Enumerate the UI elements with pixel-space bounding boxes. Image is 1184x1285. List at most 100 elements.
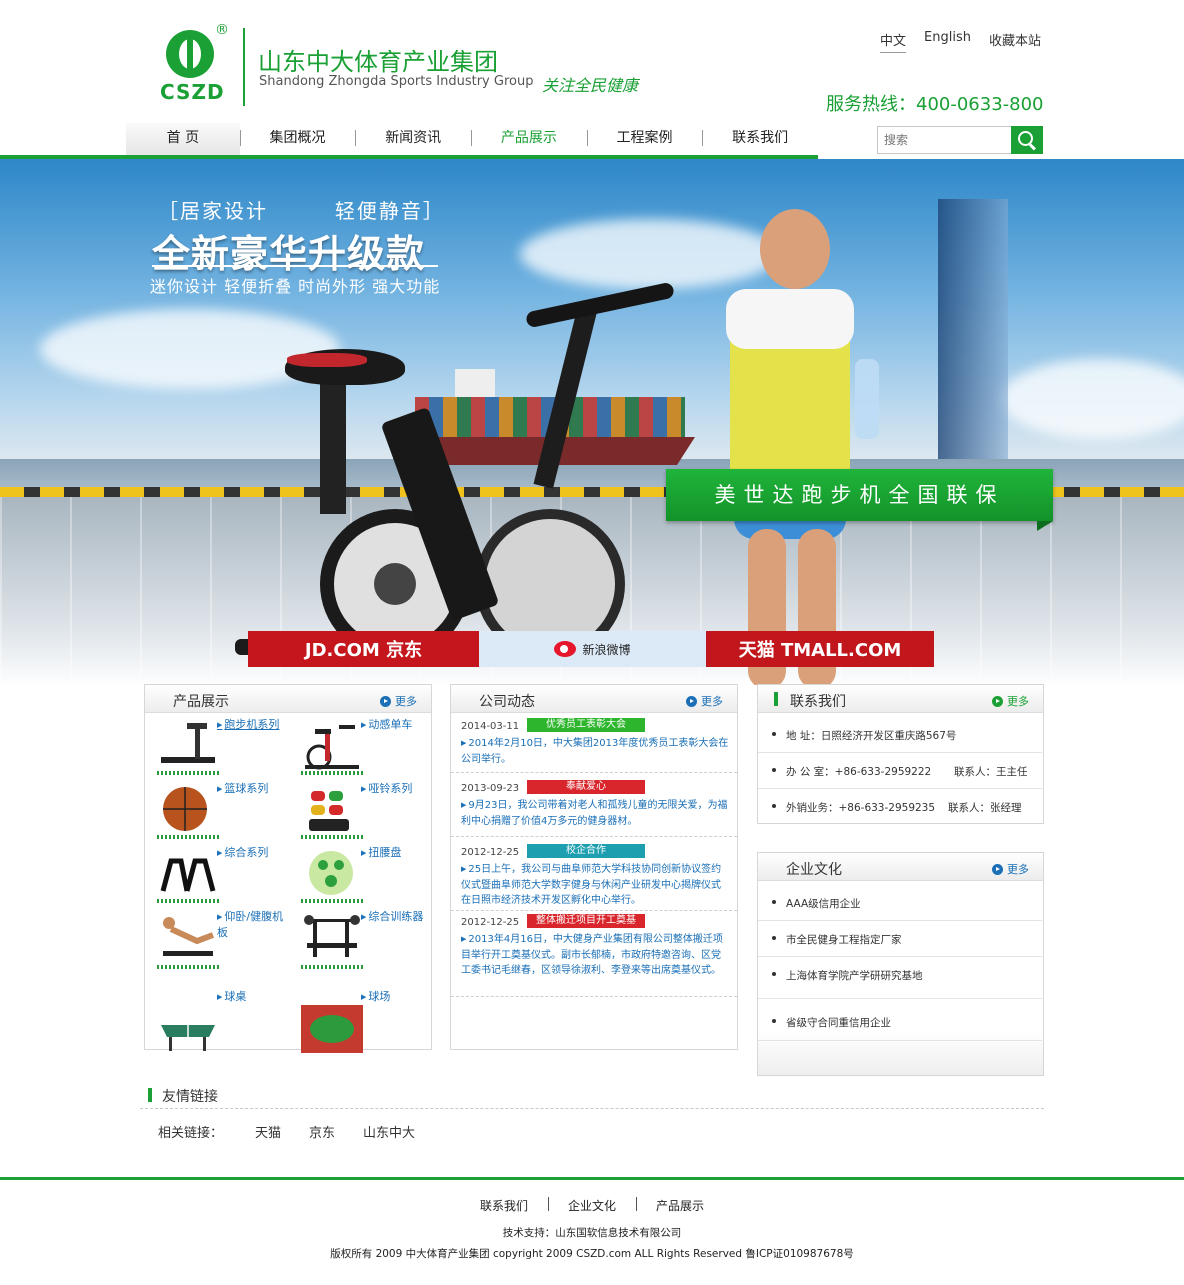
search-input[interactable]: [878, 127, 1012, 153]
registered-mark: ®: [215, 22, 229, 38]
twist-board-icon: [309, 851, 353, 895]
product-divider: [301, 899, 363, 903]
title-marker: [774, 692, 778, 706]
site-header: ® CSZD 山东中大体育产业集团 Shandong Zhongda Sport…: [0, 0, 1184, 160]
weibo-link[interactable]: 新浪微博: [479, 631, 706, 667]
promo-underline: [152, 265, 438, 267]
lang-chinese-link[interactable]: 中文: [880, 30, 907, 53]
culture-label: 省级守合同重信用企业: [786, 1017, 891, 1029]
news-tag: 优秀员工表彰大会: [527, 718, 645, 732]
product-label: 球桌: [217, 989, 287, 1005]
nav-cases[interactable]: 工程案例: [586, 123, 703, 159]
panel-title: 公司动态: [479, 694, 535, 710]
culture-item[interactable]: 省级守合同重信用企业: [758, 1001, 1042, 1041]
culture-item[interactable]: 市全民健身工程指定厂家: [758, 921, 1042, 957]
nav-home[interactable]: 首 页: [126, 123, 240, 159]
culture-item[interactable]: 上海体育学院产学研研究基地: [758, 957, 1042, 999]
nav-news[interactable]: 新闻资讯: [355, 123, 471, 159]
news-date: 2013-09-23: [461, 783, 520, 794]
product-divider: [157, 899, 219, 903]
jd-shop-link[interactable]: JD.COM 京东: [248, 631, 479, 667]
tech-support: 技术支持：山东国软信息技术有限公司: [502, 1227, 682, 1239]
panel-header: 产品展示 更多: [145, 685, 431, 713]
promo-tag-right: 轻便静音］: [334, 199, 445, 223]
product-label: 综合系列: [217, 845, 287, 861]
more-label: 更多: [701, 695, 723, 708]
products-panel: 产品展示 更多 跑步机系列 动感单车 篮球系列 哑铃系列 综合系列: [144, 684, 433, 1053]
contact-row: 外销业务：+86-633-2959235 联系人：张经理: [758, 789, 1042, 825]
ping-pong-table-icon: [161, 1023, 215, 1051]
culture-panel: 企业文化 更多 AAA级信用企业 市全民健身工程指定厂家 上海体育学院产学研研究…: [757, 852, 1044, 1076]
contact-panel: 联系我们 更多 地 址：日照经济开发区重庆路567号 办 公 室：+86-633…: [757, 684, 1044, 824]
more-link[interactable]: 更多: [992, 693, 1029, 709]
hero-banner[interactable]: ［居家设计 轻便静音］ 全新豪华升级款 迷你设计 轻便折叠 时尚外形 强大功能 …: [0, 159, 1184, 685]
more-label: 更多: [1007, 695, 1029, 708]
nav-products[interactable]: 产品展示: [471, 123, 587, 159]
main-nav: 首 页 集团概况 新闻资讯 产品展示 工程案例 联系我们: [126, 123, 818, 159]
contact-person: 联系人：王主任: [954, 766, 1028, 778]
product-label: 篮球系列: [217, 781, 287, 797]
weibo-label: 新浪微博: [582, 642, 631, 657]
dumbbell-icon: [309, 791, 349, 831]
service-hotline: 服务热线：400-0633-800: [826, 94, 1044, 115]
product-item[interactable]: 综合系列: [145, 841, 289, 905]
panel-title: 联系我们: [790, 694, 846, 710]
culture-label: AAA级信用企业: [786, 898, 861, 910]
search-icon[interactable]: [1011, 126, 1043, 154]
lang-english-link[interactable]: English: [924, 30, 971, 53]
spin-bike-icon: [305, 725, 359, 770]
news-item[interactable]: 2014-03-11 优秀员工表彰大会 2014年2月10日，中大集团2013年…: [451, 717, 737, 773]
product-item[interactable]: 球桌: [145, 985, 289, 1051]
friend-link-zhongda[interactable]: 山东中大: [363, 1122, 415, 1141]
news-tag: 校企合作: [527, 844, 645, 858]
footer-link-culture[interactable]: 企业文化: [547, 1197, 636, 1214]
bullet-icon: [772, 768, 776, 772]
nav-about[interactable]: 集团概况: [239, 123, 356, 159]
product-item[interactable]: 仰卧/健腹机板: [145, 905, 289, 985]
product-label: 哑铃系列: [361, 781, 431, 797]
news-item[interactable]: 2012-12-25 校企合作 25日上午，我公司与曲阜师范大学科技协同创新协议…: [451, 843, 737, 911]
friend-link-tmall[interactable]: 天猫: [255, 1122, 281, 1141]
promo-tagline: ［居家设计 轻便静音］: [158, 195, 445, 224]
more-link[interactable]: 更多: [992, 861, 1029, 877]
tmall-shop-link[interactable]: 天猫 TMALL.COM: [706, 631, 934, 667]
product-item[interactable]: 球场: [289, 985, 433, 1053]
culture-item[interactable]: AAA级信用企业: [758, 885, 1042, 921]
news-summary: 25日上午，我公司与曲阜师范大学科技协同创新协议签约仪式暨曲阜师范大学数字健身与…: [461, 862, 729, 909]
company-logo[interactable]: ® CSZD: [160, 22, 229, 108]
more-link[interactable]: 更多: [686, 693, 723, 709]
product-item[interactable]: 篮球系列: [145, 777, 289, 841]
news-item[interactable]: 2012-12-25 整体搬迁项目开工奠基 2013年4月16日，中大健身产业集…: [451, 913, 737, 997]
footer-divider: [0, 1177, 1184, 1180]
news-date: 2012-12-25: [461, 847, 520, 858]
contact-row: 地 址：日照经济开发区重庆路567号: [758, 717, 1042, 753]
product-item[interactable]: 扭腰盘: [289, 841, 433, 905]
product-label: 仰卧/健腹机板: [217, 909, 285, 940]
more-link[interactable]: 更多: [380, 693, 417, 709]
bookmark-link[interactable]: 收藏本站: [989, 30, 1041, 53]
friend-link-jd[interactable]: 京东: [309, 1122, 335, 1141]
copyright: 版权所有 2009 中大体育产业集团 copyright 2009 CSZD.c…: [330, 1248, 854, 1260]
news-tag: 整体搬迁项目开工奠基: [527, 914, 645, 928]
culture-label: 市全民健身工程指定厂家: [786, 934, 902, 946]
news-item[interactable]: 2013-09-23 奉献爱心 9月23日，我公司带着对老人和孤残儿童的无限关爱…: [451, 779, 737, 837]
nav-contact[interactable]: 联系我们: [702, 123, 818, 159]
friend-links-label: 相关链接：: [158, 1126, 224, 1141]
footer-link-contact[interactable]: 联系我们: [460, 1197, 548, 1214]
treadmill-icon: [161, 723, 215, 763]
contact-person: 联系人：张经理: [948, 802, 1022, 814]
shop-links: JD.COM 京东 新浪微博 天猫 TMALL.COM: [248, 631, 934, 667]
footer-link-products[interactable]: 产品展示: [636, 1197, 724, 1214]
product-item[interactable]: 跑步机系列: [145, 713, 289, 777]
panel-title: 产品展示: [173, 694, 229, 710]
product-item[interactable]: 动感单车: [289, 713, 433, 777]
arrow-circle-icon: [686, 695, 697, 707]
bullet-icon: [772, 1019, 776, 1023]
friend-links: 相关链接： 天猫 京东 山东中大: [158, 1122, 415, 1141]
product-divider: [157, 835, 219, 839]
sports-field-icon: [301, 1005, 363, 1053]
product-item[interactable]: 综合训练器: [289, 905, 433, 985]
product-item[interactable]: 哑铃系列: [289, 777, 433, 841]
arrow-circle-icon: [380, 695, 391, 707]
friend-links-title: 友情链接: [162, 1089, 218, 1105]
